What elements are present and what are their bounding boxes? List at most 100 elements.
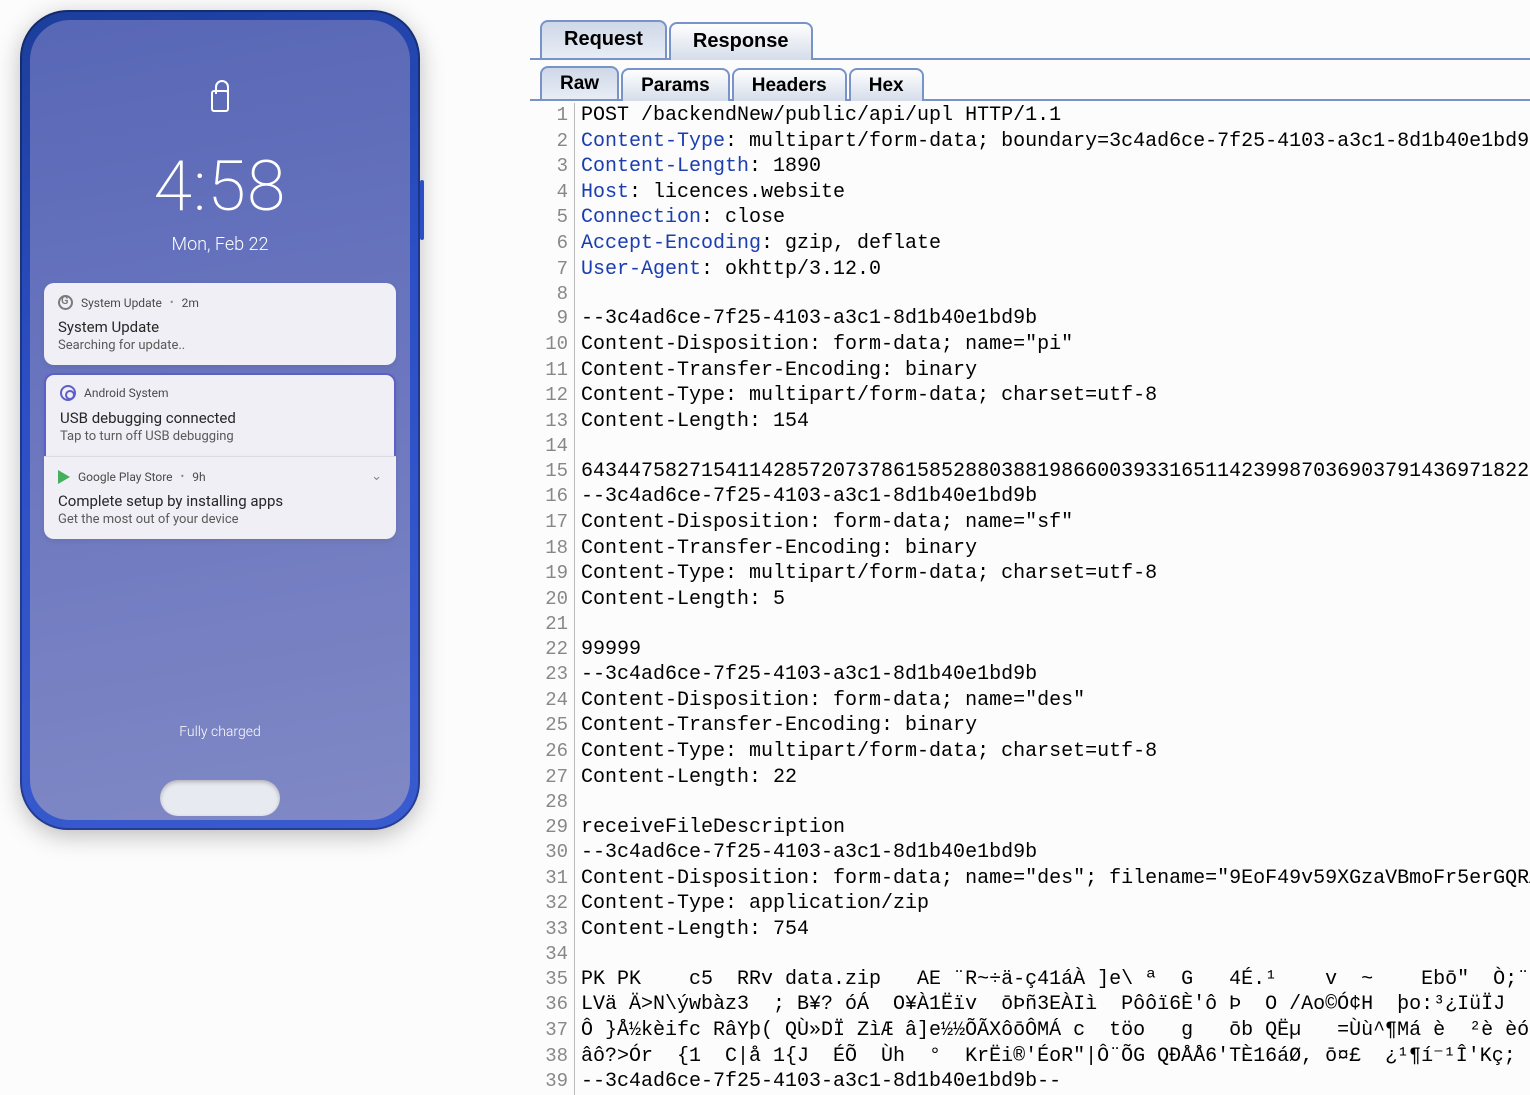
line-content: --3c4ad6ce-7f25-4103-a3c1-8d1b40e1bd9b [574, 306, 1037, 332]
line-content: Content-Length: 754 [574, 917, 809, 943]
clock-time: 4:58 [30, 152, 410, 222]
line-number: 26 [530, 739, 574, 765]
line-number: 17 [530, 510, 574, 536]
code-line: 30--3c4ad6ce-7f25-4103-a3c1-8d1b40e1bd9b [530, 840, 1530, 866]
line-number: 16 [530, 484, 574, 510]
code-line: 38âô?>Ór {1 C|å 1{J ÉÕ Ùh ° KrËi®'ÉoR"|Ô… [530, 1044, 1530, 1070]
line-content: Content-Length: 5 [574, 587, 785, 613]
chevron-down-icon[interactable]: ⌄ [371, 469, 382, 484]
subtab-hex[interactable]: Hex [849, 68, 924, 101]
line-number: 31 [530, 866, 574, 892]
code-line: 8 [530, 282, 1530, 306]
code-line: 35PK PK c5 RRv data.zip AE ¨R~÷ä-ç41áÀ ]… [530, 967, 1530, 993]
notification-age: 2m [182, 296, 199, 310]
line-content: Content-Disposition: form-data; name="de… [574, 688, 1085, 714]
line-content: Content-Transfer-Encoding: binary [574, 536, 977, 562]
lock-icon [211, 90, 229, 112]
phone-screen: 4:58 Mon, Feb 22 System Update • 2m Syst… [30, 20, 410, 820]
line-number: 29 [530, 815, 574, 841]
line-number: 25 [530, 713, 574, 739]
home-button[interactable] [160, 780, 280, 816]
line-content: Content-Type: multipart/form-data; chars… [574, 739, 1157, 765]
line-content: --3c4ad6ce-7f25-4103-a3c1-8d1b40e1bd9b [574, 484, 1037, 510]
code-line: 37Ô }Å½kèifc RâYþ( QÙ»DÏ ZìÆ â]e½½ÕÃXôōÔ… [530, 1018, 1530, 1044]
line-number: 5 [530, 205, 574, 231]
notification-play-store[interactable]: Google Play Store • 9h ⌄ Complete setup … [44, 456, 396, 539]
line-content [574, 612, 581, 636]
line-number: 1 [530, 103, 574, 129]
line-number: 35 [530, 967, 574, 993]
line-number: 3 [530, 154, 574, 180]
notification-body: Get the most out of your device [58, 512, 382, 527]
line-content: Content-Type: multipart/form-data; chars… [574, 383, 1157, 409]
notification-system-update[interactable]: System Update • 2m System Update Searchi… [44, 283, 396, 365]
line-content: --3c4ad6ce-7f25-4103-a3c1-8d1b40e1bd9b [574, 662, 1037, 688]
notification-app-name: Android System [84, 386, 169, 400]
notification-title: USB debugging connected [60, 409, 380, 427]
code-line: 28 [530, 790, 1530, 814]
line-number: 32 [530, 891, 574, 917]
code-line: 1POST /backendNew/public/api/upl HTTP/1.… [530, 103, 1530, 129]
notification-app-name: System Update [81, 296, 162, 310]
code-line: 27Content-Length: 22 [530, 765, 1530, 791]
line-content [574, 282, 581, 306]
line-content: Connection: close [574, 205, 785, 231]
line-content: LVä Ä>N\ýwbàz3 ; B¥? óÁ O¥À1Ëïv ōÞñ3EÀIì… [574, 992, 1505, 1018]
line-number: 2 [530, 129, 574, 155]
notification-body: Tap to turn off USB debugging [60, 429, 380, 444]
code-line: 11Content-Transfer-Encoding: binary [530, 358, 1530, 384]
notification-title: Complete setup by installing apps [58, 492, 382, 510]
code-line: 20Content-Length: 5 [530, 587, 1530, 613]
line-content: Host: licences.website [574, 180, 845, 206]
code-line: 36LVä Ä>N\ýwbàz3 ; B¥? óÁ O¥À1Ëïv ōÞñ3EÀ… [530, 992, 1530, 1018]
line-number: 20 [530, 587, 574, 613]
line-number: 24 [530, 688, 574, 714]
code-line: 17Content-Disposition: form-data; name="… [530, 510, 1530, 536]
code-line: 29receiveFileDescription [530, 815, 1530, 841]
clock-date: Mon, Feb 22 [30, 234, 410, 255]
subtab-headers[interactable]: Headers [732, 68, 847, 101]
line-content: Content-Length: 154 [574, 409, 809, 435]
line-number: 18 [530, 536, 574, 562]
line-content: receiveFileDescription [574, 815, 845, 841]
code-line: 19Content-Type: multipart/form-data; cha… [530, 561, 1530, 587]
line-content: Content-Disposition: form-data; name="de… [574, 866, 1530, 892]
line-number: 10 [530, 332, 574, 358]
subtab-raw[interactable]: Raw [540, 66, 619, 99]
raw-request-body[interactable]: 1POST /backendNew/public/api/upl HTTP/1.… [530, 103, 1530, 1095]
notification-body: Searching for update.. [58, 338, 382, 353]
line-content: Ô }Å½kèifc RâYþ( QÙ»DÏ ZìÆ â]e½½ÕÃXôōÔMÁ… [574, 1018, 1530, 1044]
line-number: 34 [530, 942, 574, 966]
line-number: 7 [530, 257, 574, 283]
line-number: 15 [530, 459, 574, 485]
line-content: Content-Type: application/zip [574, 891, 929, 917]
code-line: 7User-Agent: okhttp/3.12.0 [530, 257, 1530, 283]
code-line: 2299999 [530, 637, 1530, 663]
line-number: 30 [530, 840, 574, 866]
http-viewer: RequestResponse RawParamsHeadersHex 1POS… [530, 20, 1530, 856]
line-content: --3c4ad6ce-7f25-4103-a3c1-8d1b40e1bd9b-- [574, 1069, 1061, 1095]
play-store-icon [58, 470, 70, 484]
line-number: 12 [530, 383, 574, 409]
clock: 4:58 Mon, Feb 22 [30, 152, 410, 255]
line-content: Content-Length: 1890 [574, 154, 821, 180]
code-line: 34 [530, 942, 1530, 966]
separator-dot: • [170, 296, 174, 309]
line-content: Content-Length: 22 [574, 765, 797, 791]
code-line: 12Content-Type: multipart/form-data; cha… [530, 383, 1530, 409]
subtab-params[interactable]: Params [621, 68, 730, 101]
line-number: 33 [530, 917, 574, 943]
code-line: 16--3c4ad6ce-7f25-4103-a3c1-8d1b40e1bd9b [530, 484, 1530, 510]
line-number: 39 [530, 1069, 574, 1095]
android-system-icon [60, 385, 76, 401]
line-number: 13 [530, 409, 574, 435]
tab-request[interactable]: Request [540, 20, 667, 58]
code-line: 24Content-Disposition: form-data; name="… [530, 688, 1530, 714]
line-content: âô?>Ór {1 C|å 1{J ÉÕ Ùh ° KrËi®'ÉoR"|Ô¨Õ… [574, 1044, 1530, 1070]
tab-response[interactable]: Response [669, 22, 813, 60]
code-line: 31Content-Disposition: form-data; name="… [530, 866, 1530, 892]
line-content: Content-Type: multipart/form-data; chars… [574, 561, 1157, 587]
notification-android-system[interactable]: Android System USB debugging connected T… [44, 373, 396, 456]
notification-title: System Update [58, 318, 382, 336]
line-number: 36 [530, 992, 574, 1018]
